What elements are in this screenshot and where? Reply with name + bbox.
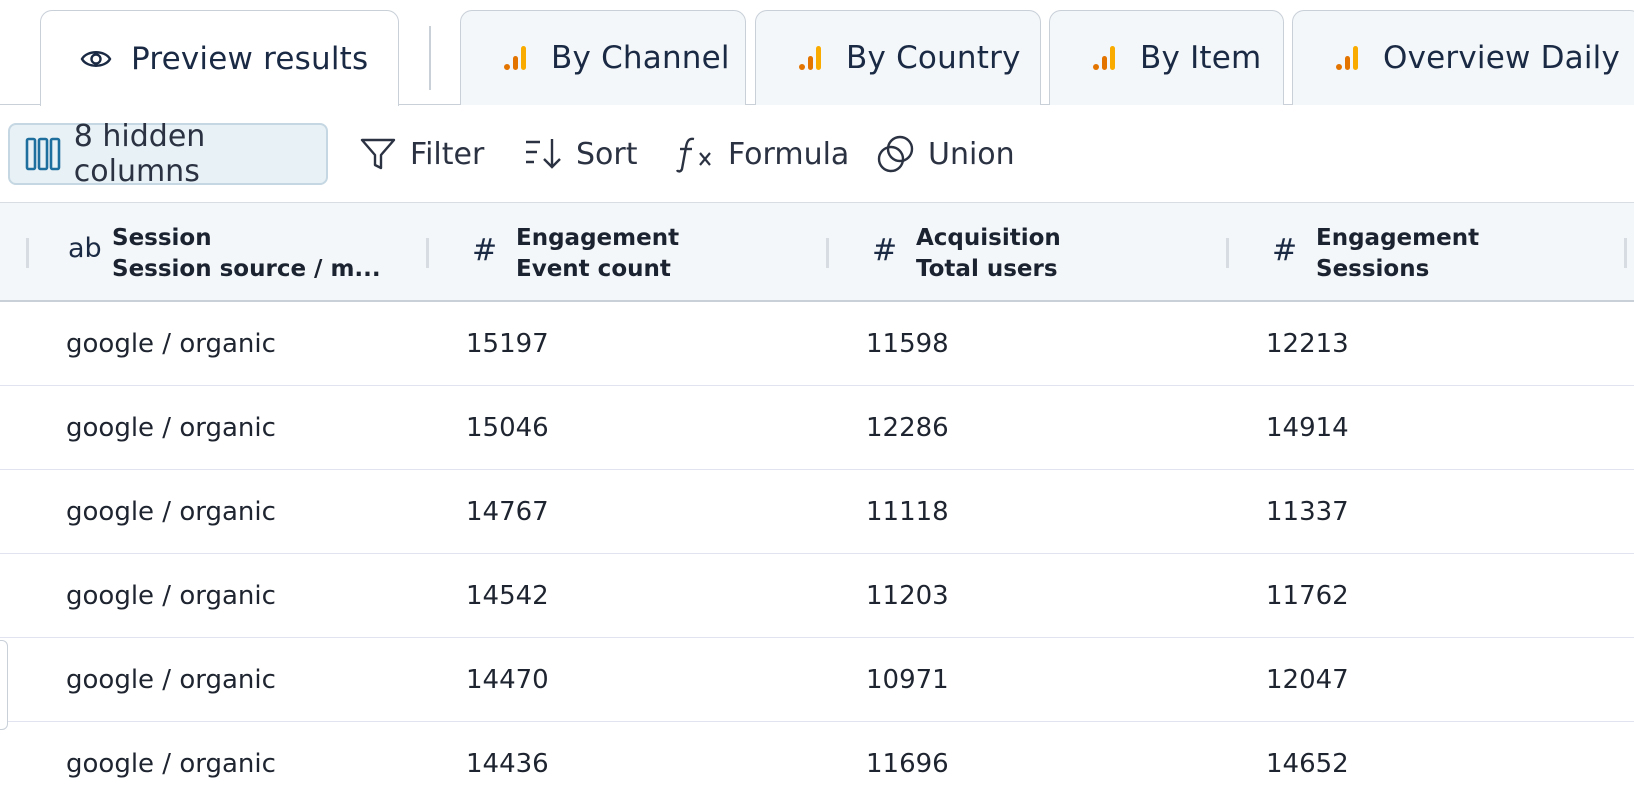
cell-sessions[interactable]: 12047 [1266, 638, 1349, 722]
eye-icon [79, 42, 113, 76]
cell-session-source[interactable]: google / organic [66, 302, 276, 386]
table-row[interactable]: google / organic 14767 11118 11337 [0, 470, 1634, 554]
column-resize-handle[interactable] [1226, 238, 1229, 268]
column-header-event-count[interactable]: # Engagement Event count [472, 223, 679, 285]
cell-event-count[interactable]: 14767 [466, 470, 549, 554]
tab-label: By Country [846, 40, 1021, 76]
cell-sessions[interactable]: 12213 [1266, 302, 1349, 386]
table-row[interactable]: google / organic 14436 11696 14652 [0, 722, 1634, 806]
table-body: google / organic 15197 11598 12213 googl… [0, 302, 1634, 806]
cell-event-count[interactable]: 14470 [466, 638, 549, 722]
cell-total-users[interactable]: 11118 [866, 470, 949, 554]
tab-by-item[interactable]: By Item [1049, 10, 1284, 105]
bar-chart-icon [1088, 41, 1122, 75]
cell-session-source[interactable]: google / organic [66, 386, 276, 470]
tab-overview-daily[interactable]: Overview Daily [1292, 10, 1634, 105]
cell-total-users[interactable]: 10971 [866, 638, 949, 722]
table-row[interactable]: google / organic 14470 10971 12047 [0, 638, 1634, 722]
cell-session-source[interactable]: google / organic [66, 470, 276, 554]
cell-session-source[interactable]: google / organic [66, 638, 276, 722]
side-panel-handle[interactable] [0, 640, 8, 730]
union-button[interactable]: Union [876, 123, 1015, 185]
tab-by-country[interactable]: By Country [755, 10, 1041, 105]
sort-button[interactable]: Sort [524, 123, 638, 185]
cell-total-users[interactable]: 11696 [866, 722, 949, 806]
tab-label: Preview results [131, 40, 369, 77]
column-header-total-users[interactable]: # Acquisition Total users [872, 223, 1061, 285]
column-header-line1: Session [112, 225, 212, 251]
filter-icon [358, 134, 398, 174]
hidden-columns-label: 8 hidden columns [73, 119, 206, 189]
cell-sessions[interactable]: 14914 [1266, 386, 1349, 470]
cell-total-users[interactable]: 11598 [866, 302, 949, 386]
column-header-line2: Total users [916, 256, 1058, 282]
cell-event-count[interactable]: 15046 [466, 386, 549, 470]
tab-divider [429, 26, 431, 90]
cell-event-count[interactable]: 14436 [466, 722, 549, 806]
column-header-line1: Engagement [1316, 225, 1480, 251]
sort-label: Sort [576, 136, 638, 172]
column-header-line2: Sessions [1316, 256, 1430, 282]
column-resize-handle[interactable] [426, 238, 429, 268]
union-label: Union [928, 136, 1015, 172]
bar-chart-icon [1331, 41, 1365, 75]
cell-sessions[interactable]: 11337 [1266, 470, 1349, 554]
tab-preview-results[interactable]: Preview results [40, 10, 399, 106]
union-icon [876, 134, 916, 174]
sort-icon [524, 134, 564, 174]
tab-label: By Channel [551, 40, 730, 76]
column-resize-handle[interactable] [1624, 238, 1627, 268]
number-type-icon: # [1272, 233, 1298, 268]
filter-label: Filter [410, 136, 485, 172]
cell-event-count[interactable]: 14542 [466, 554, 549, 638]
cell-event-count[interactable]: 15197 [466, 302, 549, 386]
toolbar: 8 hidden columns Filter Sort Formula Uni… [0, 105, 1634, 203]
table-header: ab Session Session source / m... # Engag… [0, 203, 1634, 302]
column-header-line1: Acquisition [916, 225, 1061, 251]
formula-icon [676, 134, 716, 174]
column-header-line2: Event count [516, 256, 671, 282]
formula-label: Formula [728, 136, 850, 172]
tab-bar: Preview results By Channel By Country By… [0, 0, 1634, 106]
bar-chart-icon [499, 41, 533, 75]
number-type-icon: # [472, 233, 498, 268]
column-header-line2: Session source / m... [112, 256, 381, 282]
column-header-line1: Engagement [516, 225, 680, 251]
tab-label: Overview Daily [1383, 40, 1621, 76]
cell-total-users[interactable]: 12286 [866, 386, 949, 470]
number-type-icon: # [872, 233, 898, 268]
hidden-columns-button[interactable]: 8 hidden columns [8, 119, 328, 189]
filter-button[interactable]: Filter [358, 123, 484, 185]
column-header-session-source[interactable]: ab Session Session source / m... [68, 223, 381, 285]
column-header-sessions[interactable]: # Engagement Sessions [1272, 223, 1479, 285]
table-row[interactable]: google / organic 15197 11598 12213 [0, 302, 1634, 386]
columns-icon [24, 134, 62, 174]
cell-session-source[interactable]: google / organic [66, 722, 276, 806]
cell-sessions[interactable]: 11762 [1266, 554, 1349, 638]
column-resize-handle[interactable] [826, 238, 829, 268]
cell-session-source[interactable]: google / organic [66, 554, 276, 638]
cell-total-users[interactable]: 11203 [866, 554, 949, 638]
tab-label: By Item [1140, 40, 1262, 76]
cell-sessions[interactable]: 14652 [1266, 722, 1349, 806]
bar-chart-icon [794, 41, 828, 75]
table-row[interactable]: google / organic 15046 12286 14914 [0, 386, 1634, 470]
column-resize-handle[interactable] [26, 238, 29, 268]
tab-by-channel[interactable]: By Channel [460, 10, 746, 105]
text-type-icon: ab [68, 233, 102, 264]
table-row[interactable]: google / organic 14542 11203 11762 [0, 554, 1634, 638]
formula-button[interactable]: Formula [676, 123, 849, 185]
